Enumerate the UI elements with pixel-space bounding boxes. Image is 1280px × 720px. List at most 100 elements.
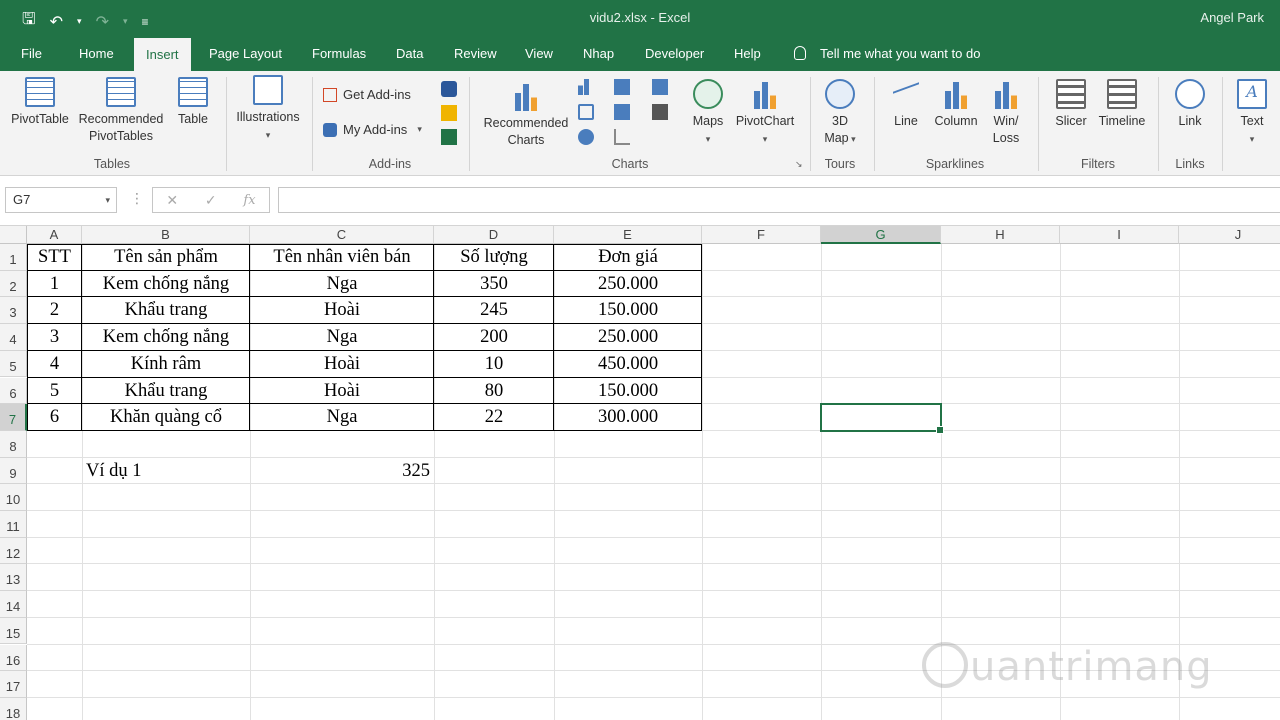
- table-cell[interactable]: 350: [434, 271, 554, 298]
- my-addins-button[interactable]: My Add-ins ▾: [323, 122, 422, 137]
- pivottable-button[interactable]: PivotTable: [8, 77, 72, 128]
- table-cell[interactable]: Số lượng: [434, 244, 554, 271]
- table-cell[interactable]: 10: [434, 351, 554, 378]
- row-header[interactable]: 18: [0, 697, 27, 720]
- table-cell[interactable]: 2: [27, 297, 82, 324]
- row-header[interactable]: 9: [0, 457, 27, 485]
- table-cell[interactable]: 3: [27, 324, 82, 351]
- column-header[interactable]: I: [1060, 226, 1179, 244]
- scatter-chart-icon[interactable]: [614, 129, 630, 145]
- visio-icon[interactable]: [441, 81, 457, 97]
- sparkline-column-button[interactable]: Column: [930, 79, 982, 130]
- table-cell[interactable]: 4: [27, 351, 82, 378]
- insert-function-icon[interactable]: fx: [243, 193, 255, 208]
- people-graph-icon[interactable]: [441, 129, 457, 145]
- row-header[interactable]: 13: [0, 564, 27, 592]
- user-name[interactable]: Angel Park: [1200, 10, 1264, 25]
- illustrations-button[interactable]: Illustrations ▾: [232, 75, 304, 144]
- row-header[interactable]: 3: [0, 297, 27, 325]
- column-header[interactable]: C: [250, 226, 434, 244]
- table-cell[interactable]: Kem chống nắng: [82, 324, 250, 351]
- tab-view[interactable]: View: [513, 36, 565, 71]
- tab-help[interactable]: Help: [722, 36, 773, 71]
- table-cell[interactable]: 150.000: [554, 297, 702, 324]
- enter-icon[interactable]: ✓: [205, 192, 217, 209]
- tab-formulas[interactable]: Formulas: [300, 36, 378, 71]
- tell-me-search[interactable]: Tell me what you want to do: [794, 36, 980, 71]
- table-cell[interactable]: Đơn giá: [554, 244, 702, 271]
- row-header[interactable]: 5: [0, 350, 27, 378]
- dialog-launcher-icon[interactable]: ↘: [795, 159, 803, 170]
- table-cell[interactable]: 325: [250, 458, 434, 485]
- tab-insert[interactable]: Insert: [134, 38, 191, 71]
- table-cell[interactable]: Nga: [250, 324, 434, 351]
- sparkline-line-button[interactable]: Line: [884, 79, 928, 130]
- link-button[interactable]: Link: [1168, 79, 1212, 130]
- hierarchy-chart-icon[interactable]: [614, 79, 630, 95]
- table-cell[interactable]: Khăn quàng cổ: [82, 404, 250, 431]
- table-cell[interactable]: 250.000: [554, 324, 702, 351]
- column-chart-icon[interactable]: [578, 79, 594, 95]
- table-cell[interactable]: 80: [434, 378, 554, 405]
- bing-icon[interactable]: [441, 105, 457, 121]
- row-header[interactable]: 11: [0, 511, 27, 538]
- row-header[interactable]: 6: [0, 377, 27, 405]
- row-header[interactable]: 12: [0, 537, 27, 565]
- chevron-down-icon[interactable]: ▾: [105, 188, 110, 212]
- statistic-chart-icon[interactable]: [614, 104, 630, 120]
- table-button[interactable]: Table: [170, 77, 216, 128]
- line-chart-icon[interactable]: [578, 104, 594, 120]
- table-cell[interactable]: Hoài: [250, 351, 434, 378]
- tab-page-layout[interactable]: Page Layout: [197, 36, 294, 71]
- recommended-charts-button[interactable]: Recommended Charts: [478, 81, 574, 149]
- formula-bar-resize-icon[interactable]: ⋮: [130, 190, 144, 207]
- column-header[interactable]: A: [27, 226, 82, 244]
- column-header[interactable]: H: [941, 226, 1060, 244]
- name-box[interactable]: G7 ▾: [5, 187, 117, 213]
- column-header[interactable]: B: [82, 226, 250, 244]
- table-cell[interactable]: 245: [434, 297, 554, 324]
- row-header[interactable]: 15: [0, 617, 27, 645]
- table-cell[interactable]: Kem chống nắng: [82, 271, 250, 298]
- tab-nhap[interactable]: Nhap: [571, 36, 626, 71]
- table-cell[interactable]: Kính râm: [82, 351, 250, 378]
- table-cell[interactable]: Nga: [250, 404, 434, 431]
- formula-input[interactable]: [278, 187, 1280, 213]
- active-cell-selection[interactable]: [820, 403, 944, 434]
- waterfall-chart-icon[interactable]: [652, 79, 668, 95]
- row-header[interactable]: 2: [0, 270, 27, 298]
- row-header[interactable]: 17: [0, 671, 27, 698]
- row-header[interactable]: 16: [0, 644, 27, 672]
- row-header[interactable]: 1: [0, 244, 27, 271]
- table-cell[interactable]: Khẩu trang: [82, 297, 250, 324]
- column-header[interactable]: J: [1179, 226, 1280, 244]
- table-cell[interactable]: 300.000: [554, 404, 702, 431]
- table-cell[interactable]: 150.000: [554, 378, 702, 405]
- tab-review[interactable]: Review: [442, 36, 509, 71]
- row-header[interactable]: 10: [0, 484, 27, 511]
- table-cell[interactable]: Khẩu trang: [82, 378, 250, 405]
- timeline-button[interactable]: Timeline: [1094, 79, 1150, 130]
- tab-file[interactable]: File: [9, 36, 54, 71]
- column-header[interactable]: G: [821, 226, 941, 244]
- table-cell[interactable]: Hoài: [250, 378, 434, 405]
- sparkline-winloss-button[interactable]: Win/ Loss: [984, 79, 1028, 147]
- 3d-map-button[interactable]: 3D Map ▾: [816, 79, 864, 148]
- tab-developer[interactable]: Developer: [633, 36, 716, 71]
- table-cell[interactable]: 450.000: [554, 351, 702, 378]
- get-addins-button[interactable]: Get Add-ins: [323, 87, 411, 102]
- select-all-corner[interactable]: [0, 226, 27, 244]
- slicer-button[interactable]: Slicer: [1048, 79, 1094, 130]
- maps-button[interactable]: Maps ▾: [686, 79, 730, 148]
- table-cell[interactable]: 6: [27, 404, 82, 431]
- table-cell[interactable]: 250.000: [554, 271, 702, 298]
- row-header[interactable]: 14: [0, 591, 27, 618]
- table-cell[interactable]: Tên nhân viên bán: [250, 244, 434, 271]
- pie-chart-icon[interactable]: [578, 129, 594, 145]
- table-cell[interactable]: 200: [434, 324, 554, 351]
- table-cell[interactable]: Nga: [250, 271, 434, 298]
- pivotchart-button[interactable]: PivotChart ▾: [732, 79, 798, 148]
- column-header[interactable]: D: [434, 226, 554, 244]
- tab-home[interactable]: Home: [67, 36, 126, 71]
- tab-data[interactable]: Data: [384, 36, 435, 71]
